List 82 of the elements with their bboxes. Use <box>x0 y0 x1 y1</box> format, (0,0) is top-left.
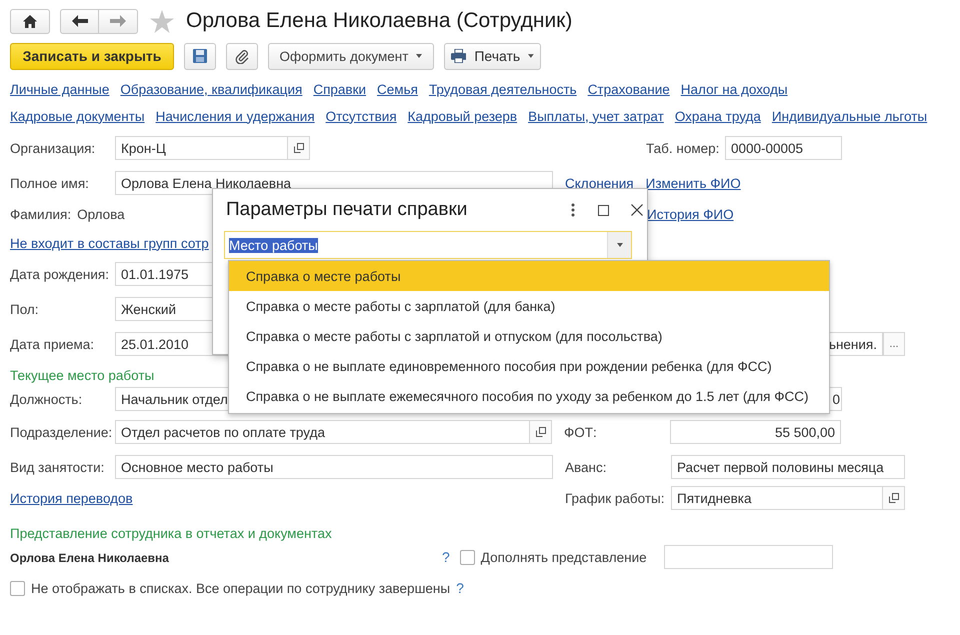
home-icon <box>23 14 37 28</box>
field-label: Пол: <box>10 302 40 316</box>
caret-icon <box>528 54 534 58</box>
section-heading: Текущее место работы <box>10 368 154 382</box>
arrow-right-icon <box>110 15 126 27</box>
dropdown-option[interactable]: Справка о месте работы <box>229 261 829 291</box>
printer-icon <box>451 49 466 63</box>
open-icon <box>294 143 304 153</box>
open-icon <box>536 427 546 437</box>
help-link[interactable]: ? <box>442 549 450 565</box>
save-button[interactable] <box>184 42 216 70</box>
schedule-field[interactable]: Пятидневка <box>671 486 883 510</box>
tab-number-field[interactable]: 0000-00005 <box>725 136 842 160</box>
report-type-field[interactable]: Место работы <box>224 231 632 259</box>
advance-field[interactable]: Расчет первой половины месяца <box>671 455 905 479</box>
section-link[interactable]: Справки <box>313 82 366 96</box>
checkbox[interactable] <box>460 550 475 564</box>
department-field[interactable]: Отдел расчетов по оплате труда <box>115 420 530 444</box>
caret-icon <box>616 243 622 247</box>
star-icon[interactable] <box>150 10 174 32</box>
checkbox-label: Не отображать в списках. Все операции по сотруднику завершены <box>31 580 450 596</box>
section-link[interactable]: Начисления и удержания <box>156 108 315 124</box>
more-icon[interactable] <box>571 203 575 217</box>
dialog-title: Параметры печати справки <box>226 199 468 221</box>
field-label: Аванс: <box>565 460 608 474</box>
field-label: График работы: <box>565 490 666 506</box>
open-button[interactable] <box>530 420 552 444</box>
attach-button[interactable] <box>226 42 258 70</box>
field-label: Полное имя: <box>10 176 90 190</box>
help-link[interactable]: ? <box>456 580 464 596</box>
employment-field[interactable]: Основное место работы <box>115 455 553 479</box>
presentation-field[interactable] <box>664 545 833 569</box>
section-link[interactable]: Кадровые документы <box>10 108 145 124</box>
section-link[interactable]: Страхование <box>588 82 670 96</box>
field-label: Подразделение: <box>10 424 114 440</box>
section-link[interactable]: Охрана труда <box>674 108 761 124</box>
section-link[interactable]: Выплаты, учет затрат <box>528 108 664 124</box>
section-link[interactable]: Трудовая деятельность <box>428 82 577 96</box>
field-label: Дата рождения: <box>10 266 110 282</box>
maximize-icon[interactable] <box>598 204 609 216</box>
organization-field[interactable]: Крон-Ц <box>115 136 288 160</box>
more-button[interactable]: ... <box>883 332 905 356</box>
section-link[interactable]: Налог на доходы <box>680 82 788 96</box>
open-icon <box>888 493 898 503</box>
back-button[interactable] <box>60 8 99 34</box>
menu-button[interactable]: Оформить документ <box>268 42 434 70</box>
open-button[interactable] <box>288 136 310 160</box>
presentation-text: Орлова Елена Николаевна <box>10 550 169 564</box>
section-link[interactable]: Индивидуальные льготы <box>772 108 928 124</box>
section-heading: Представление сотрудника в отчетах и документах <box>10 526 332 540</box>
field-label: Дата приема: <box>10 336 96 352</box>
dropdown-option[interactable]: Справка о не выплате ежемесячного пособия по уходу за ребенком до 1.5 лет (для ФСС) <box>229 381 829 411</box>
paperclip-icon <box>235 48 249 64</box>
section-link[interactable]: Образование, квалификация <box>120 82 302 96</box>
window-title: Орлова Елена Николаевна (Сотрудник) <box>186 9 572 33</box>
groups-link[interactable]: Не входит в составы групп сотр <box>10 236 209 250</box>
close-icon[interactable] <box>631 204 643 216</box>
section-link[interactable]: Отсутствия <box>326 108 397 124</box>
payroll-field[interactable]: 55 500,00 <box>670 420 841 444</box>
arrow-left-icon <box>72 15 88 27</box>
checkbox-label: Дополнять представление <box>480 550 647 564</box>
field-value: Место работы <box>229 238 318 252</box>
transfers-link[interactable]: История переводов <box>10 490 133 506</box>
save-close-button[interactable]: Записать и закрыть <box>10 42 174 70</box>
field-label: Организация: <box>10 140 96 156</box>
surname-value: Орлова <box>77 206 125 222</box>
open-button[interactable] <box>883 486 905 510</box>
menu-button[interactable]: Печать <box>444 42 541 70</box>
name-link[interactable]: Изменить ФИО <box>646 176 741 190</box>
caret-icon <box>416 54 422 58</box>
field-label: ФОТ: <box>564 424 598 440</box>
section-link[interactable]: Личные данные <box>10 82 110 96</box>
name-history-link[interactable]: История ФИО <box>647 206 734 222</box>
surname-label: Фамилия: <box>10 206 72 222</box>
home-button[interactable] <box>10 8 50 34</box>
name-link[interactable]: Склонения <box>565 176 634 190</box>
checkbox[interactable] <box>10 580 25 596</box>
section-link[interactable]: Кадровый резерв <box>408 108 518 124</box>
section-link[interactable]: Семья <box>377 82 418 96</box>
field-label: Вид занятости: <box>10 460 106 474</box>
field-label: Таб. номер: <box>646 140 720 156</box>
field-label: Должность: <box>10 392 84 406</box>
